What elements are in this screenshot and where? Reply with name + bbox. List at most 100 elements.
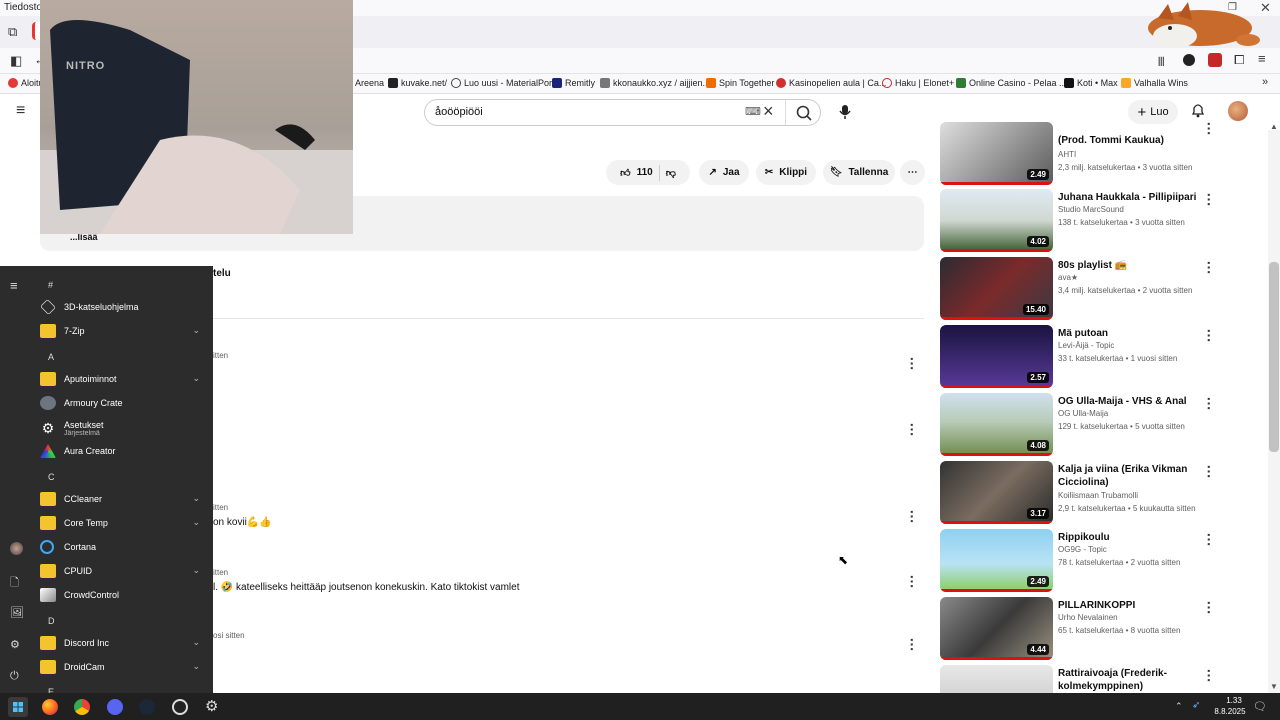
video-thumbnail[interactable] [940, 665, 1053, 693]
notifications-bell-icon[interactable] [1191, 102, 1205, 118]
sidebar-icon[interactable]: ◧ [10, 53, 22, 69]
bookmark-item[interactable]: Kasinopelien aula | Ca... [776, 78, 886, 88]
create-button[interactable]: + Luo [1128, 100, 1178, 124]
hamburger-icon[interactable]: ≡ [10, 278, 18, 293]
documents-icon[interactable]: 🗋 [10, 574, 19, 593]
video-thumbnail[interactable]: 2.49 [940, 122, 1053, 185]
search-input[interactable]: åoööpiööi ⌨ × [424, 99, 821, 126]
comment-menu-icon[interactable]: ⋯ [904, 510, 921, 524]
video-menu-icon[interactable]: ⋯ [1201, 533, 1218, 547]
bookmark-item[interactable]: Koti • Max [1064, 78, 1118, 88]
power-icon[interactable]: ⏻ [10, 670, 19, 683]
discord-icon[interactable] [107, 699, 123, 715]
clock-date[interactable]: 8.8.2025 [1206, 707, 1254, 716]
start-group-header[interactable]: C [48, 472, 55, 482]
bookmark-item[interactable]: Valhalla Wins [1121, 78, 1188, 88]
recommendation-item[interactable]: 2.49 Rippikoulu OG9G - Topic 78 t. katse… [940, 529, 1260, 592]
recommendation-item[interactable]: 2.57 Mä putoan Levi-Äijä - Topic 33 t. k… [940, 325, 1260, 388]
obs-icon[interactable] [172, 699, 188, 715]
channel-name[interactable]: ava★ [1058, 273, 1078, 282]
video-title[interactable]: Kalja ja viina (Erika Vikman Cicciolina) [1058, 463, 1208, 489]
start-folder-item[interactable]: Aputoiminnot ⌄ [40, 368, 210, 390]
keyboard-icon[interactable]: ⌨ [745, 105, 761, 118]
channel-name[interactable]: Urho Nevalainen [1058, 613, 1118, 622]
bookmark-item[interactable]: Spin Together [706, 78, 774, 88]
video-title[interactable]: 80s playlist 📻 [1058, 259, 1208, 272]
firefox-icon[interactable] [42, 699, 58, 715]
scroll-down-icon[interactable]: ▼ [1270, 682, 1278, 691]
recommendation-item[interactable]: 4.08 OG Ulla-Maija - VHS & Anal OG Ulla-… [940, 393, 1260, 456]
recommendation-item[interactable]: 3.17 Kalja ja viina (Erika Vikman Ciccio… [940, 461, 1260, 524]
channel-name[interactable]: Levi-Äijä - Topic [1058, 341, 1114, 350]
chrome-icon[interactable] [74, 699, 90, 715]
user-avatar-icon[interactable] [10, 542, 23, 555]
video-menu-icon[interactable]: ⋯ [1201, 193, 1218, 207]
video-thumbnail[interactable]: 3.17 [940, 461, 1053, 524]
close-window-icon[interactable]: ✕ [1260, 0, 1271, 16]
video-thumbnail[interactable]: 4.08 [940, 393, 1053, 456]
channel-name[interactable]: OG Ulla-Maija [1058, 409, 1108, 418]
bookmark-item[interactable]: Online Casino - Pelaa ... [956, 78, 1067, 88]
start-folder-item[interactable]: CPUID ⌄ [40, 560, 210, 582]
start-folder-item[interactable]: Core Temp ⌄ [40, 512, 210, 534]
menu-file[interactable]: Tiedosto [4, 2, 42, 13]
start-app-item[interactable]: Aura Creator [40, 440, 210, 462]
clock-time[interactable]: 1.33 [1214, 696, 1254, 705]
video-title[interactable]: Rattiraivoaja (Frederik- kolmekymppinen) [1058, 667, 1208, 693]
recommendation-item[interactable]: 15.40 80s playlist 📻 ava★ 3,4 milj. kats… [940, 257, 1260, 320]
account-avatar[interactable] [1228, 101, 1248, 121]
start-button[interactable] [8, 697, 28, 717]
start-app-item[interactable]: ⚙ Asetukset Järjestelmä [40, 416, 210, 440]
video-title[interactable]: (Prod. Tommi Kaukua) [1058, 134, 1208, 147]
bookmark-item[interactable]: Haku | Elonet+ [882, 78, 954, 88]
scroll-up-icon[interactable]: ▲ [1270, 122, 1278, 131]
start-group-header[interactable]: # [48, 280, 53, 290]
app-menu-icon[interactable]: ≡ [1258, 51, 1266, 66]
comment-menu-icon[interactable]: ⋯ [904, 575, 921, 589]
bookmark-item[interactable]: Aloitu [8, 78, 44, 88]
comment-menu-icon[interactable]: ⋯ [904, 423, 921, 437]
voice-search-icon[interactable] [838, 104, 852, 120]
clip-button[interactable]: ✂ Klippi [756, 160, 816, 185]
profile-icon[interactable] [1183, 54, 1195, 66]
comment-menu-icon[interactable]: ⋯ [904, 638, 921, 652]
video-title[interactable]: Rippikoulu [1058, 531, 1208, 544]
video-menu-icon[interactable]: ⋯ [1201, 329, 1218, 343]
bookmarks-overflow-icon[interactable]: » [1262, 76, 1268, 88]
video-thumbnail[interactable]: 2.57 [940, 325, 1053, 388]
video-menu-icon[interactable]: ⋯ [1201, 261, 1218, 275]
bookmark-item[interactable]: kuvake.net/ [388, 78, 447, 88]
start-folder-item[interactable]: Discord Inc ⌄ [40, 632, 210, 654]
video-title[interactable]: Juhana Haukkala - Pillipiipari [1058, 191, 1208, 204]
scrollbar-thumb[interactable] [1269, 262, 1279, 452]
bookmark-item[interactable]: Remitly [552, 78, 595, 88]
notification-center-icon[interactable]: 🗨︎ [1253, 700, 1267, 713]
start-folder-item[interactable]: CCleaner ⌄ [40, 488, 210, 510]
settings-gear-icon[interactable]: ⚙ [10, 638, 20, 651]
tray-app-icon[interactable]: ➶ [1192, 700, 1200, 711]
recommendation-item[interactable]: Rattiraivoaja (Frederik- kolmekymppinen)… [940, 665, 1260, 693]
channel-name[interactable]: AHTI [1058, 150, 1076, 159]
save-button[interactable]: 🔖︎ Tallenna [823, 160, 895, 185]
start-app-item[interactable]: CrowdControl [40, 584, 210, 606]
extension-badge-icon[interactable] [1208, 53, 1222, 67]
settings-taskbar-icon[interactable]: ⚙ [205, 697, 218, 715]
recommendation-item[interactable]: 2.49 (Prod. Tommi Kaukua) AHTI 2,3 milj.… [940, 122, 1260, 185]
tray-overflow-icon[interactable]: ⌃ [1175, 701, 1183, 712]
video-title[interactable]: Mä putoan [1058, 327, 1208, 340]
start-app-item[interactable]: 3D-katseluohjelma [40, 296, 210, 318]
recommendation-item[interactable]: 4.02 Juhana Haukkala - Pillipiipari Stud… [940, 189, 1260, 252]
video-thumbnail[interactable]: 2.49 [940, 529, 1053, 592]
channel-name[interactable]: Koiliismaan Trubamolli [1058, 491, 1138, 500]
start-app-item[interactable]: Cortana [40, 536, 210, 558]
start-group-header[interactable]: D [48, 616, 55, 626]
video-title[interactable]: PILLARINKOPPI [1058, 599, 1208, 612]
start-folder-item[interactable]: 7-Zip ⌄ [40, 320, 210, 342]
guide-menu-icon[interactable]: ≡ [16, 102, 25, 120]
recommendation-item[interactable]: 4.44 PILLARINKOPPI Urho Nevalainen 65 t.… [940, 597, 1260, 660]
video-menu-icon[interactable]: ⋯ [1201, 122, 1218, 136]
start-app-item[interactable]: Armoury Crate [40, 392, 210, 414]
like-button[interactable]: 👍︎ 110 [620, 167, 653, 179]
steam-icon[interactable] [139, 699, 155, 715]
pictures-icon[interactable]: 🖼︎ [10, 606, 24, 619]
